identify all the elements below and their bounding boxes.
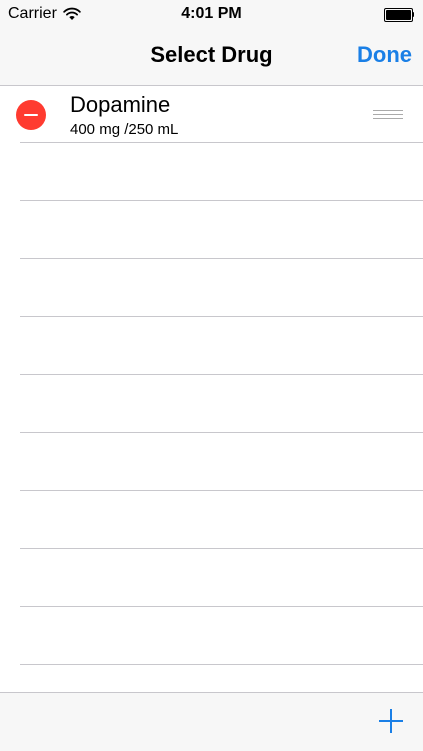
drug-concentration: 400 mg /250 mL [70, 121, 179, 138]
done-button[interactable]: Done [357, 42, 412, 68]
navigation-bar: Select Drug Done [0, 28, 423, 86]
delete-icon[interactable] [16, 100, 46, 130]
battery-icon [384, 8, 415, 22]
empty-row [20, 433, 423, 491]
status-time: 4:01 PM [181, 5, 242, 22]
drug-row[interactable]: Dopamine 400 mg /250 mL [0, 86, 423, 143]
drug-name: Dopamine [70, 92, 171, 117]
reorder-handle-icon[interactable] [373, 109, 403, 120]
empty-row [20, 201, 423, 259]
bottom-toolbar [0, 692, 423, 751]
empty-row [20, 375, 423, 433]
status-bar: Carrier 4:01 PM [0, 0, 423, 28]
empty-row [20, 491, 423, 549]
drug-list[interactable]: Dopamine 400 mg /250 mL [0, 86, 423, 692]
plus-icon[interactable] [379, 709, 403, 733]
empty-row [20, 143, 423, 201]
empty-row [20, 549, 423, 607]
empty-row [20, 317, 423, 375]
empty-row [20, 607, 423, 665]
empty-row [20, 259, 423, 317]
